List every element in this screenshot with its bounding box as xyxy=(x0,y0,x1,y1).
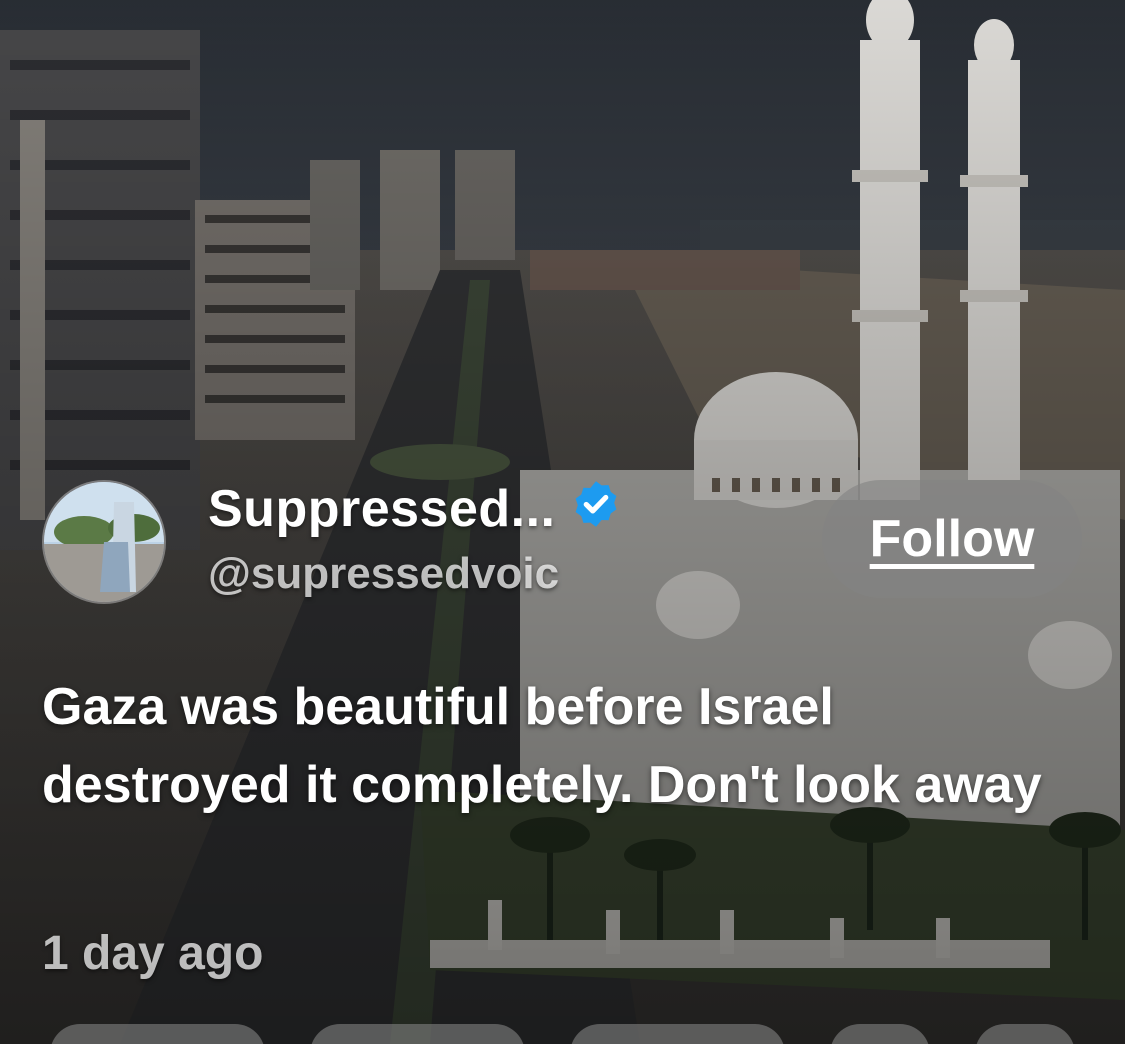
post-timestamp: 1 day ago xyxy=(42,927,264,980)
post-text: Gaza was beautiful before Israel destroy… xyxy=(42,678,1042,814)
author-display-name[interactable]: Suppressed... xyxy=(208,478,556,540)
author-info[interactable]: Suppressed... @supressedvoic xyxy=(208,478,622,602)
follow-button[interactable]: Follow xyxy=(822,480,1082,598)
action-pill-bookmark[interactable] xyxy=(830,1024,930,1044)
action-pill-share[interactable] xyxy=(975,1024,1075,1044)
avatar[interactable] xyxy=(42,480,166,604)
video-post-viewer: Suppressed... @supressedvoic Follow Gaza… xyxy=(0,0,1125,1044)
action-bar xyxy=(0,1024,1125,1044)
verified-badge-icon xyxy=(570,478,622,535)
action-pill-reply[interactable] xyxy=(50,1024,265,1044)
author-handle[interactable]: @supressedvoic xyxy=(208,546,622,602)
action-pill-repost[interactable] xyxy=(310,1024,525,1044)
post-author-row: Suppressed... @supressedvoic Follow xyxy=(42,478,1087,608)
action-pill-like[interactable] xyxy=(570,1024,785,1044)
